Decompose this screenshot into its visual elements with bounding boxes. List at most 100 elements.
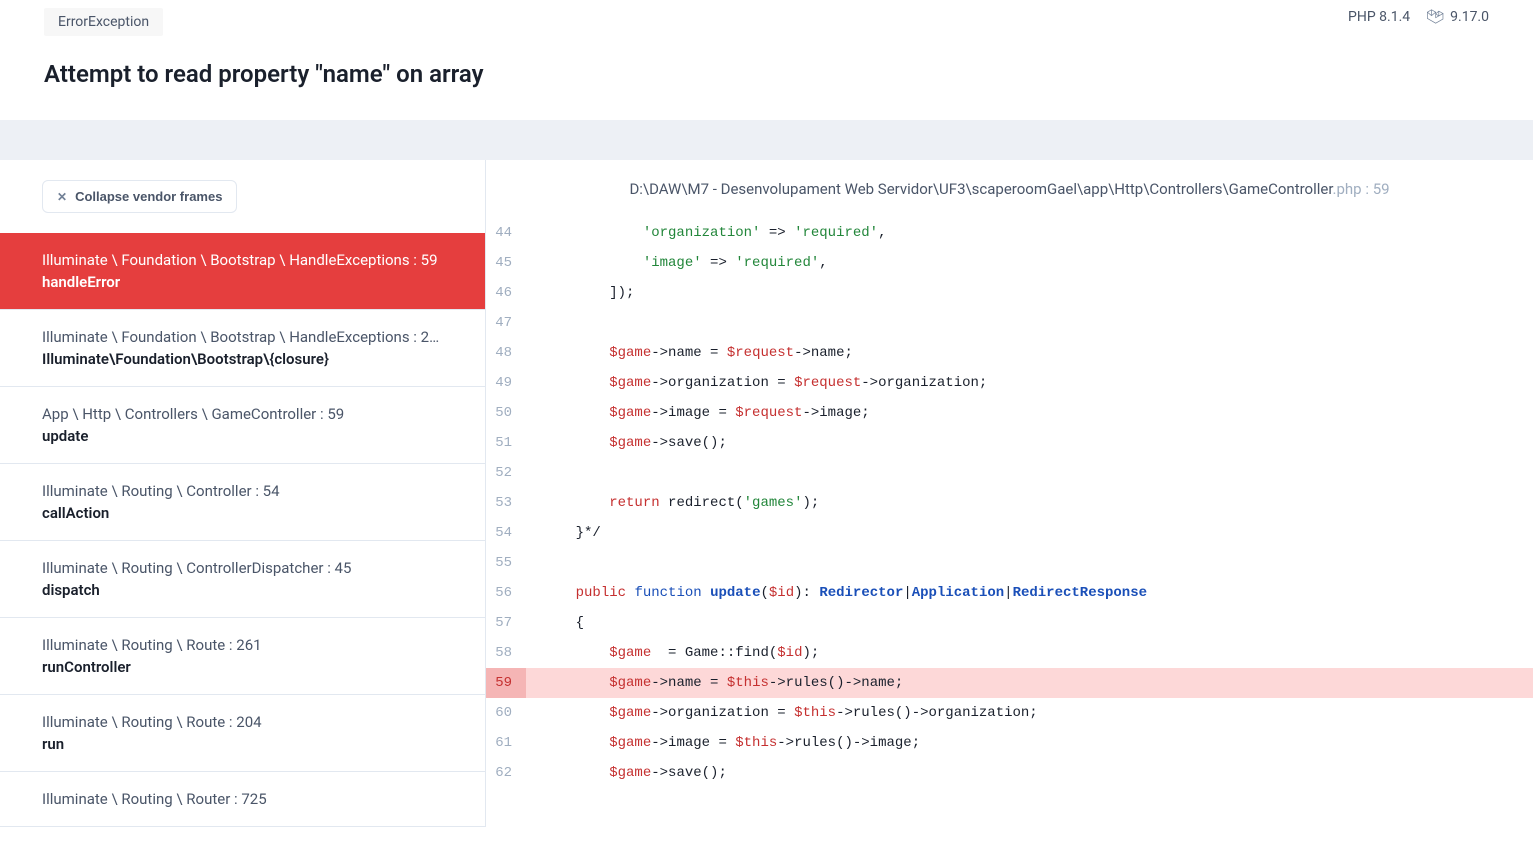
stack-frame[interactable]: Illuminate \ Routing \ Router : 725 [0, 772, 485, 827]
frame-namespace: Illuminate \ Routing \ Route : 204 [42, 713, 443, 731]
line-number: 45 [486, 248, 526, 278]
line-content: $game->save(); [526, 758, 727, 788]
php-version: PHP 8.1.4 [1348, 9, 1410, 25]
stack-frame[interactable]: Illuminate \ Routing \ Route : 261 runCon… [0, 618, 485, 695]
code-panel: D:\DAW\M7 - Desenvolupament Web Servidor… [486, 160, 1533, 827]
line-number: 48 [486, 338, 526, 368]
line-content: return redirect('games'); [526, 488, 819, 518]
line-content: ]); [526, 278, 634, 308]
header-top-row: ErrorException PHP 8.1.4 9.17.0 [44, 8, 1489, 36]
file-ext: .php [1333, 180, 1362, 198]
frame-method: callAction [42, 504, 443, 522]
line-number: 46 [486, 278, 526, 308]
code-lines: 44 'organization' => 'required',45 'imag… [486, 218, 1533, 788]
line-content: $game->organization = $request->organiza… [526, 368, 987, 398]
stack-frame[interactable]: Illuminate \ Routing \ Route : 204 run [0, 695, 485, 772]
main-content: ✕ Collapse vendor frames Illuminate \ Fo… [0, 160, 1533, 827]
line-number: 50 [486, 398, 526, 428]
stack-trace-sidebar: ✕ Collapse vendor frames Illuminate \ Fo… [0, 160, 486, 827]
error-header: ErrorException PHP 8.1.4 9.17.0 Attempt … [0, 0, 1533, 120]
line-number: 54 [486, 518, 526, 548]
laravel-version-item: 9.17.0 [1426, 8, 1489, 26]
frame-method: run [42, 735, 443, 753]
error-message: Attempt to read property "name" on array [44, 60, 1489, 88]
line-content: $game->organization = $this->rules()->or… [526, 698, 1038, 728]
frame-namespace: Illuminate \ Foundation \ Bootstrap \ Ha… [42, 328, 443, 346]
stack-frame[interactable]: Illuminate \ Foundation \ Bootstrap \ Ha… [0, 233, 485, 310]
code-line: 57 { [486, 608, 1533, 638]
frame-namespace: Illuminate \ Routing \ ControllerDispatc… [42, 559, 443, 577]
line-content [526, 308, 542, 338]
stack-frame[interactable]: Illuminate \ Foundation \ Bootstrap \ Ha… [0, 310, 485, 387]
stack-frame[interactable]: App \ Http \ Controllers \ GameControlle… [0, 387, 485, 464]
code-line: 53 return redirect('games'); [486, 488, 1533, 518]
code-line: 45 'image' => 'required', [486, 248, 1533, 278]
code-line: 47 [486, 308, 1533, 338]
frame-namespace: App \ Http \ Controllers \ GameControlle… [42, 405, 443, 423]
line-number: 49 [486, 368, 526, 398]
line-content: $game = Game::find($id); [526, 638, 819, 668]
frame-method: Illuminate\Foundation\Bootstrap\{closure… [42, 350, 443, 368]
line-number: 53 [486, 488, 526, 518]
code-line: 48 $game->name = $request->name; [486, 338, 1533, 368]
code-line: 46 ]); [486, 278, 1533, 308]
line-content: 'image' => 'required', [526, 248, 828, 278]
line-number: 61 [486, 728, 526, 758]
frame-namespace: Illuminate \ Routing \ Router : 725 [42, 790, 443, 808]
line-content: $game->name = $this->rules()->name; [526, 668, 903, 698]
frame-method: update [42, 427, 443, 445]
collapse-label: Collapse vendor frames [75, 189, 222, 204]
line-content: $game->image = $request->image; [526, 398, 870, 428]
frame-namespace: Illuminate \ Foundation \ Bootstrap \ Ha… [42, 251, 443, 269]
line-content [526, 458, 542, 488]
line-content: 'organization' => 'required', [526, 218, 886, 248]
collapse-icon: ✕ [57, 190, 67, 204]
file-line-number: 59 [1373, 180, 1390, 198]
line-number: 58 [486, 638, 526, 668]
line-content: $game->name = $request->name; [526, 338, 853, 368]
code-line: 50 $game->image = $request->image; [486, 398, 1533, 428]
line-number: 51 [486, 428, 526, 458]
collapse-vendor-frames-button[interactable]: ✕ Collapse vendor frames [42, 180, 237, 213]
line-number: 62 [486, 758, 526, 788]
code-line: 55 [486, 548, 1533, 578]
laravel-version: 9.17.0 [1450, 9, 1489, 25]
line-number: 44 [486, 218, 526, 248]
stack-frame[interactable]: Illuminate \ Routing \ ControllerDispatc… [0, 541, 485, 618]
file-path-prefix: D:\DAW\M7 - Desenvolupament Web Servidor… [629, 180, 1332, 198]
line-number: 52 [486, 458, 526, 488]
frame-namespace: Illuminate \ Routing \ Route : 261 [42, 636, 443, 654]
line-number: 56 [486, 578, 526, 608]
code-line: 54 }*/ [486, 518, 1533, 548]
line-content: public function update($id): Redirector|… [526, 578, 1147, 608]
version-info: PHP 8.1.4 9.17.0 [1348, 8, 1489, 26]
code-line: 56 public function update($id): Redirect… [486, 578, 1533, 608]
code-line: 49 $game->organization = $request->organ… [486, 368, 1533, 398]
code-line: 61 $game->image = $this->rules()->image; [486, 728, 1533, 758]
code-line: 51 $game->save(); [486, 428, 1533, 458]
line-content: $game->save(); [526, 428, 727, 458]
code-line: 59 $game->name = $this->rules()->name; [486, 668, 1533, 698]
stack-frame[interactable]: Illuminate \ Routing \ Controller : 54 ca… [0, 464, 485, 541]
exception-type-badge: ErrorException [44, 8, 163, 36]
section-spacer [0, 120, 1533, 160]
file-line-sep: : [1362, 180, 1373, 198]
line-content: }*/ [526, 518, 601, 548]
frame-method: runController [42, 658, 443, 676]
line-number: 57 [486, 608, 526, 638]
line-number: 59 [486, 668, 526, 698]
line-content: { [526, 608, 584, 638]
code-line: 60 $game->organization = $this->rules()-… [486, 698, 1533, 728]
line-number: 60 [486, 698, 526, 728]
frame-method: dispatch [42, 581, 443, 599]
code-line: 52 [486, 458, 1533, 488]
code-line: 58 $game = Game::find($id); [486, 638, 1533, 668]
line-content [526, 548, 542, 578]
code-line: 62 $game->save(); [486, 758, 1533, 788]
file-path: D:\DAW\M7 - Desenvolupament Web Servidor… [486, 160, 1533, 218]
line-number: 47 [486, 308, 526, 338]
frame-namespace: Illuminate \ Routing \ Controller : 54 [42, 482, 443, 500]
laravel-icon [1426, 8, 1444, 26]
line-number: 55 [486, 548, 526, 578]
line-content: $game->image = $this->rules()->image; [526, 728, 920, 758]
